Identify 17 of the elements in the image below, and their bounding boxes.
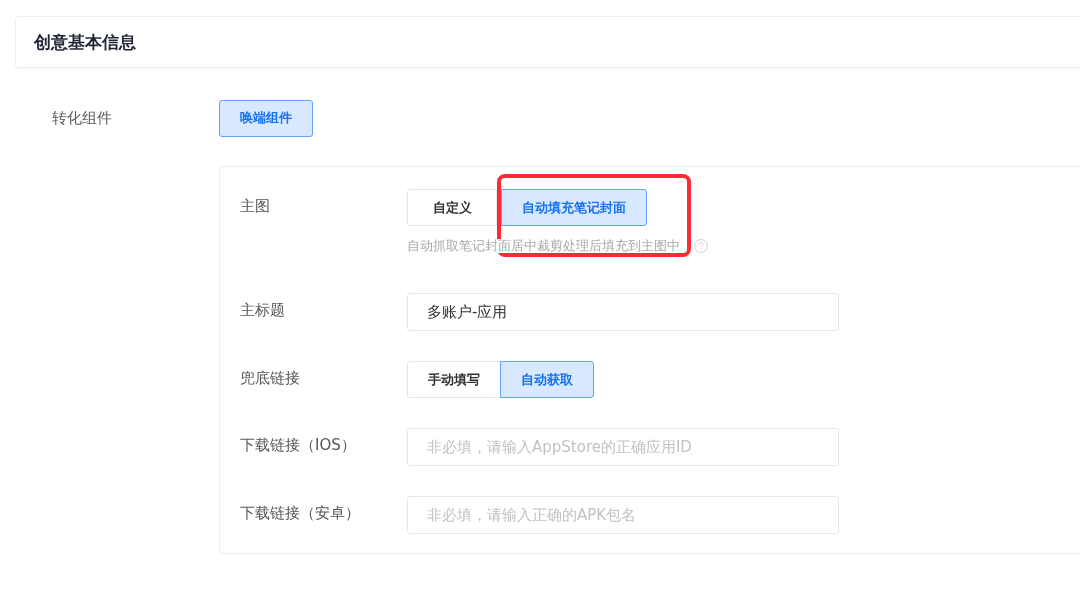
option-button[interactable]: 自动获取 (500, 361, 594, 398)
field-label: 主标题 (240, 300, 286, 321)
text-input[interactable]: 非必填，请输入正确的APK包名 (407, 496, 839, 534)
field-label: 下载链接（安卓） (240, 503, 361, 524)
option-button[interactable]: 唤端组件 (219, 99, 313, 137)
section-title: 创意基本信息 (34, 30, 136, 54)
field-label: 转化组件 (52, 108, 113, 128)
option-button[interactable]: 手动填写 (407, 361, 501, 398)
option-button[interactable]: 自动填充笔记封面 (501, 189, 647, 226)
hint-text: 自动抓取笔记封面居中裁剪处理后填充到主图中 (407, 239, 680, 253)
field-label: 主图 (240, 196, 271, 217)
text-input[interactable]: 非必填，请输入AppStore的正确应用ID (407, 428, 839, 466)
help-icon (694, 239, 708, 253)
field-label: 兜底链接 (240, 368, 301, 389)
option-button[interactable]: 自定义 (407, 189, 497, 226)
field-label: 下载链接（IOS） (240, 435, 357, 456)
text-input[interactable]: 多账户-应用 (407, 293, 839, 331)
